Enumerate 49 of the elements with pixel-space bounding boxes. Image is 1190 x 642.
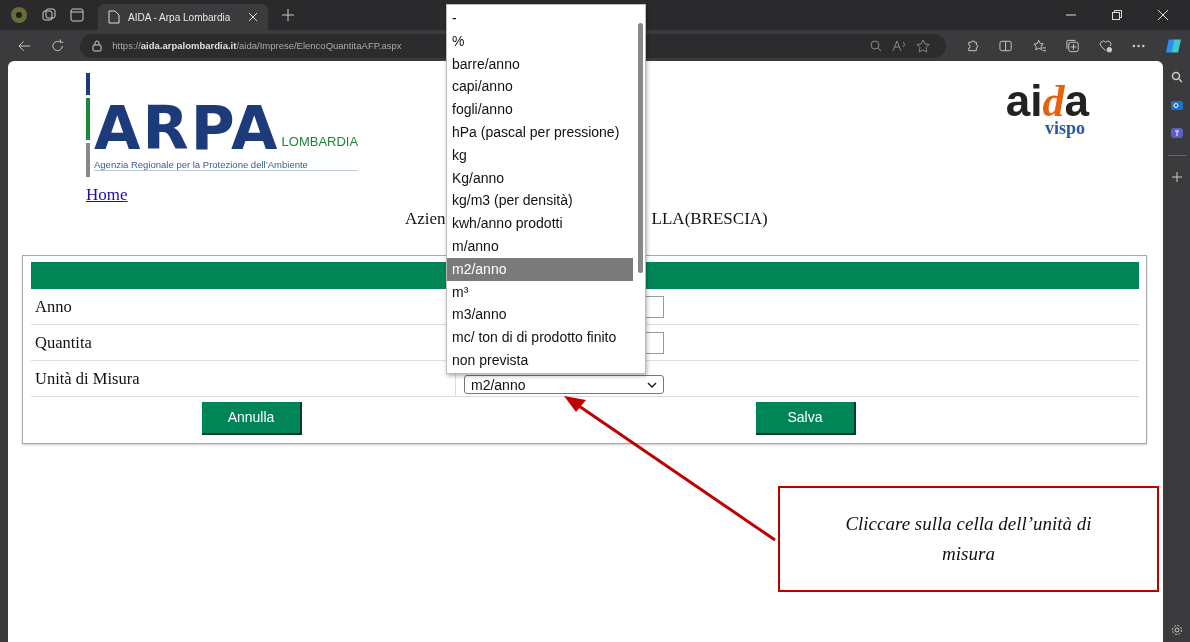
favorites-icon[interactable] [1032, 38, 1046, 53]
add-icon[interactable] [1171, 172, 1182, 182]
back-icon[interactable] [18, 39, 32, 52]
close-icon[interactable] [248, 12, 258, 22]
dropdown-option[interactable]: kwh/anno prodotti [447, 212, 633, 235]
dropdown-option[interactable]: % [447, 29, 633, 53]
close-icon[interactable] [1158, 10, 1168, 20]
scrollbar[interactable] [638, 23, 643, 273]
page-title: Azien [405, 209, 446, 229]
health-icon[interactable] [1098, 38, 1112, 53]
aida-logo: aida vispo [1005, 75, 1089, 140]
tab-actions-icon[interactable] [70, 8, 84, 22]
search-icon[interactable] [1170, 71, 1183, 83]
arpa-logo: ARPA LOMBARDIA Agenzia Regionale per la Protezione dell’Ambiente [86, 73, 359, 177]
zoom-icon[interactable] [870, 39, 883, 52]
dropdown-option[interactable]: barre/anno [447, 52, 633, 76]
copilot-icon[interactable] [1165, 36, 1183, 55]
settings-icon[interactable] [1170, 624, 1183, 636]
more-icon[interactable] [1132, 43, 1146, 48]
browser-tab[interactable]: AIDA - Arpa Lombardia [98, 4, 268, 30]
save-button[interactable]: Salva [756, 401, 856, 435]
refresh-icon[interactable] [51, 38, 65, 53]
restore-icon[interactable] [1112, 10, 1122, 20]
dropdown-option[interactable]: Kg/anno [447, 166, 633, 190]
new-tab-icon[interactable] [282, 9, 294, 21]
dropdown-option[interactable]: hPa (pascal per pressione) [447, 121, 633, 144]
star-icon[interactable] [916, 38, 931, 53]
unit-select[interactable]: m2/anno [464, 375, 664, 394]
workspaces-icon[interactable] [42, 8, 56, 22]
dropdown-option[interactable]: fogli/anno [447, 98, 633, 121]
callout-text: Cliccare sulla cella dell’unità di misura [844, 511, 1093, 566]
lock-icon [92, 39, 103, 52]
dropdown-option[interactable]: kg [447, 143, 633, 167]
split-screen-icon[interactable] [999, 39, 1013, 52]
dropdown-option[interactable]: - [447, 7, 633, 30]
profile-icon[interactable] [10, 6, 28, 24]
collections-icon[interactable] [1065, 38, 1079, 53]
page-title: LLA(BRESCIA) [651, 209, 768, 229]
dropdown-option[interactable]: capi/anno [447, 75, 633, 99]
page-icon [108, 10, 120, 24]
chevron-icon [647, 381, 657, 388]
read-aloud-icon[interactable] [892, 39, 907, 52]
home-link[interactable]: Home [86, 185, 128, 205]
extensions-icon[interactable] [966, 38, 980, 53]
dropdown-option[interactable]: m/anno [447, 234, 633, 258]
dropdown-option[interactable]: kg/m3 (per densità) [447, 189, 633, 213]
cancel-button[interactable]: Annulla [202, 401, 302, 435]
tab-title: AIDA - Arpa Lombardia [128, 11, 232, 23]
dropdown-option[interactable]: m2/anno [447, 257, 633, 281]
